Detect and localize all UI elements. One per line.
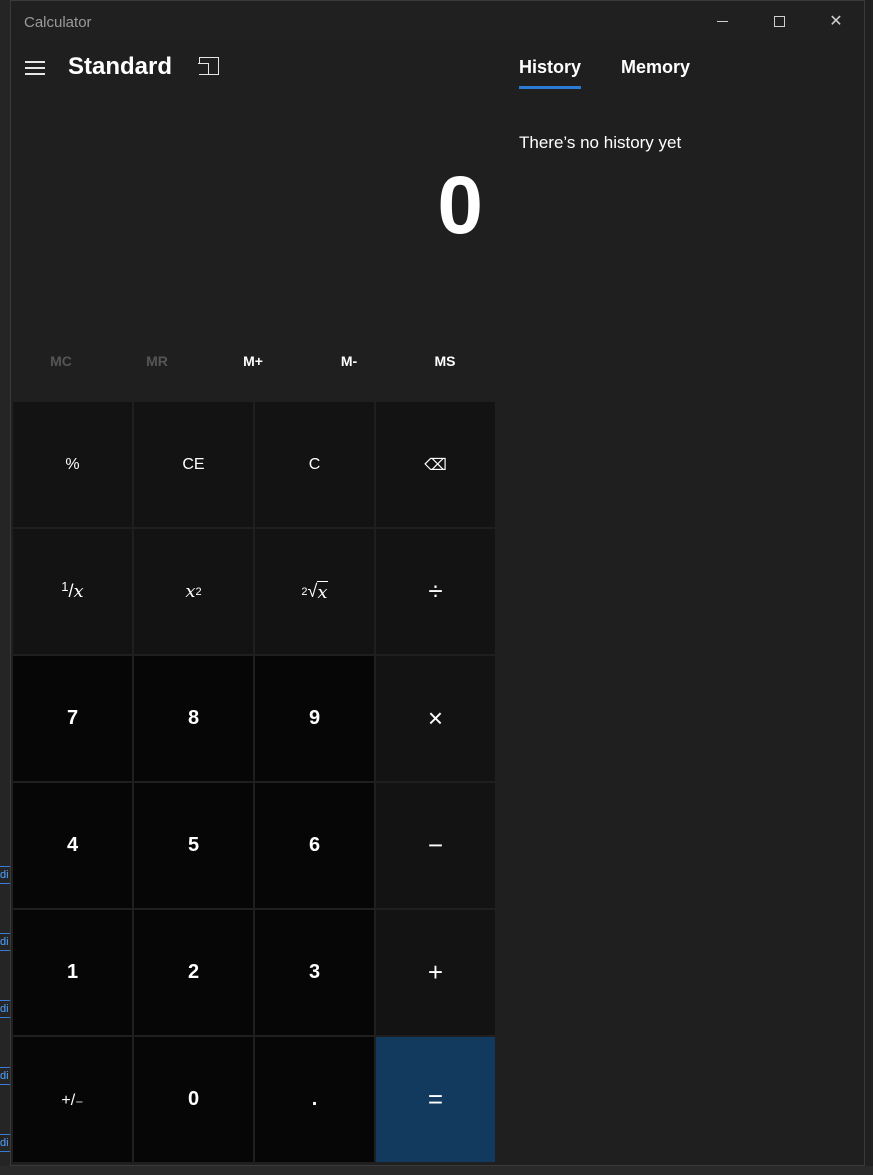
hamburger-icon (25, 61, 45, 63)
reciprocal-denominator: x (73, 581, 84, 602)
close-button[interactable]: ✕ (808, 1, 864, 41)
result-display: 0 (437, 160, 483, 251)
square-base: x (185, 581, 196, 602)
background-window-left: di di di di di (0, 0, 10, 1175)
divide-button[interactable]: ÷ (376, 529, 495, 654)
square-root-button[interactable]: 2 √ x (255, 529, 374, 654)
hamburger-icon (25, 67, 45, 69)
tab-memory[interactable]: Memory (621, 57, 690, 78)
digit-1-button[interactable]: 1 (13, 910, 132, 1035)
plus-button[interactable]: + (376, 910, 495, 1035)
digit-9-button[interactable]: 9 (255, 656, 374, 781)
memory-clear-button[interactable]: MC (13, 336, 109, 386)
digit-4-button[interactable]: 4 (13, 783, 132, 908)
hamburger-icon (25, 73, 45, 75)
clear-button[interactable]: C (255, 402, 374, 527)
digit-0-button[interactable]: 0 (134, 1037, 253, 1162)
history-empty-message: There’s no history yet (519, 133, 682, 152)
calculator-header: Standard (11, 41, 495, 97)
background-link-fragment: di (0, 1067, 10, 1085)
tab-history[interactable]: History (519, 57, 581, 78)
multiply-button[interactable]: × (376, 656, 495, 781)
active-tab-indicator (519, 86, 581, 89)
square-button[interactable]: x2 (134, 529, 253, 654)
memory-recall-button[interactable]: MR (109, 336, 205, 386)
decimal-button[interactable]: . (255, 1037, 374, 1162)
memory-subtract-button[interactable]: M- (301, 336, 397, 386)
root-symbol: √ (307, 581, 318, 601)
mode-title: Standard (68, 53, 173, 80)
percent-button[interactable]: % (13, 402, 132, 527)
memory-row: MC MR M+ M- MS (13, 336, 495, 386)
digit-5-button[interactable]: 5 (134, 783, 253, 908)
digit-3-button[interactable]: 3 (255, 910, 374, 1035)
background-link-fragment: di (0, 1000, 10, 1018)
background-link-fragment: di (0, 866, 10, 884)
side-panel: History Memory There’s no history yet (504, 41, 864, 1165)
root-argument: x (317, 580, 328, 603)
backspace-button[interactable]: ⌫ (376, 402, 495, 527)
equals-button[interactable]: = (376, 1037, 495, 1162)
memory-store-button[interactable]: MS (397, 336, 493, 386)
background-link-fragment: di (0, 1134, 10, 1152)
square-exponent: 2 (195, 585, 202, 598)
reciprocal-numerator: 1 (61, 579, 69, 594)
backspace-icon: ⌫ (424, 456, 447, 474)
minus-button[interactable]: − (376, 783, 495, 908)
digit-2-button[interactable]: 2 (134, 910, 253, 1035)
background-link-fragment: di (0, 933, 10, 951)
background-window-bottom (0, 1166, 873, 1175)
app-title: Calculator (24, 14, 92, 31)
maximize-icon (773, 15, 785, 27)
keypad: % CE C ⌫ 1/x x2 2 √ x ÷ 7 8 9 × 4 5 6 − 1 … (13, 402, 495, 1164)
memory-add-button[interactable]: M+ (205, 336, 301, 386)
digit-7-button[interactable]: 7 (13, 656, 132, 781)
calculator-window: Calculator ✕ Standard 0 MC MR M+ M- MS %… (10, 0, 865, 1166)
negate-button[interactable]: +/₋ (13, 1037, 132, 1162)
reciprocal-button[interactable]: 1/x (13, 529, 132, 654)
minimize-button[interactable] (694, 1, 750, 41)
navigation-menu-button[interactable] (23, 57, 47, 79)
background-window-right (864, 0, 873, 1175)
clear-entry-button[interactable]: CE (134, 402, 253, 527)
minimize-icon (716, 20, 728, 22)
close-icon: ✕ (829, 13, 843, 30)
maximize-button[interactable] (751, 1, 807, 41)
digit-6-button[interactable]: 6 (255, 783, 374, 908)
digit-8-button[interactable]: 8 (134, 656, 253, 781)
keep-on-top-button[interactable] (198, 57, 219, 75)
title-bar[interactable]: Calculator ✕ (11, 1, 864, 41)
